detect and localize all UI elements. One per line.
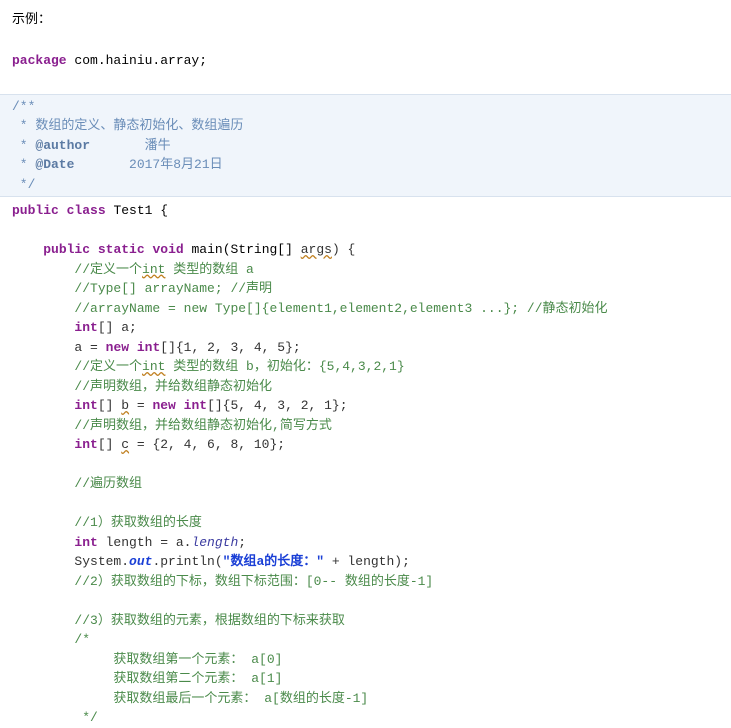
block-comment-line: 获取数组最后一个元素： a[数组的长度-1] <box>0 689 731 709</box>
a-assign-right: []{1, 2, 3, 4, 5}; <box>160 340 300 355</box>
comment-word: int <box>142 262 165 277</box>
b-decl-1: [] <box>98 398 121 413</box>
length-decl: int length = a.length; <box>0 533 731 553</box>
out-field: out <box>129 554 152 569</box>
length-field: length <box>191 535 238 550</box>
println-line: System.out.println("数组a的长度：" + length); <box>0 552 731 572</box>
comment-word: int <box>142 359 165 374</box>
length-decl-2: ; <box>238 535 246 550</box>
example-label: 示例： <box>0 0 731 31</box>
b-decl-2: = <box>129 398 152 413</box>
int-keyword: int <box>74 398 97 413</box>
c-decl-1: [] <box>98 437 121 452</box>
int-keyword: int <box>74 535 97 550</box>
int-keyword: int <box>184 398 207 413</box>
block-comment: */ <box>74 710 97 725</box>
b-decl-3: []{5, 4, 3, 2, 1}; <box>207 398 347 413</box>
comment: //3）获取数组的元素，根据数组的下标来获取 <box>74 613 344 628</box>
doc-close: */ <box>12 177 35 192</box>
comment: //定义一个 <box>74 359 142 374</box>
package-name: com.hainiu.array; <box>67 53 207 68</box>
new-keyword: new <box>152 398 175 413</box>
system: System. <box>74 554 129 569</box>
class-decl: public class Test1 { <box>0 201 731 221</box>
println: .println( <box>152 554 222 569</box>
date-tag: @Date <box>35 157 74 172</box>
block-comment-close: */ <box>0 708 731 728</box>
comment: //定义一个 <box>74 262 142 277</box>
blank-line <box>0 455 731 475</box>
a-decl: [] a; <box>98 320 137 335</box>
int-keyword: int <box>74 320 97 335</box>
code-block: package com.hainiu.array; /** * 数组的定义、静态… <box>0 31 731 728</box>
block-comment: 获取数组最后一个元素： a[数组的长度-1] <box>74 691 368 706</box>
doc-desc: 数组的定义、静态初始化、数组遍历 <box>35 118 243 133</box>
int-keyword: int <box>74 437 97 452</box>
void-keyword: void <box>152 242 183 257</box>
blank-line <box>0 31 731 51</box>
println-2: + length); <box>324 554 410 569</box>
int-keyword: int <box>137 340 160 355</box>
static-keyword: static <box>98 242 145 257</box>
string-literal: "数组a的长度：" <box>223 554 324 569</box>
comment: //声明数组，并给数组静态初始化 <box>74 379 272 394</box>
a-assign-left: a = <box>74 340 105 355</box>
main-close: ) { <box>332 242 355 257</box>
author-value: 潘牛 <box>90 138 171 153</box>
author-tag: @author <box>35 138 90 153</box>
comment: //2）获取数组的下标，数组下标范围：[0-- 数组的长度-1] <box>74 574 433 589</box>
doc-open: /** <box>12 99 35 114</box>
c-decl-2: = {2, 4, 6, 8, 10}; <box>129 437 285 452</box>
public-keyword: public <box>43 242 90 257</box>
comment-line: //2）获取数组的下标，数组下标范围：[0-- 数组的长度-1] <box>0 572 731 592</box>
blank-line <box>0 221 731 241</box>
class-keyword: class <box>67 203 106 218</box>
comment-line: //Type[] arrayName; //声明 <box>0 279 731 299</box>
b-decl: int[] b = new int[]{5, 4, 3, 2, 1}; <box>0 396 731 416</box>
comment: //遍历数组 <box>74 476 142 491</box>
comment: 类型的数组 a <box>165 262 253 277</box>
class-name: Test1 { <box>106 203 168 218</box>
main-decl: public static void main(String[] args) { <box>0 240 731 260</box>
comment-line: //定义一个int 类型的数组 b，初始化：{5,4,3,2,1} <box>0 357 731 377</box>
doc-star: * <box>12 157 35 172</box>
new-keyword: new <box>106 340 129 355</box>
block-comment-open: /* <box>0 630 731 650</box>
block-comment-line: 获取数组第一个元素： a[0] <box>0 650 731 670</box>
comment-line: //1）获取数组的长度 <box>0 513 731 533</box>
comment-line: //定义一个int 类型的数组 a <box>0 260 731 280</box>
doc-star: * <box>12 118 35 133</box>
comment: //arrayName = new Type[]{element1,elemen… <box>74 301 607 316</box>
block-comment: 获取数组第二个元素： a[1] <box>74 671 282 686</box>
int-a-decl: int[] a; <box>0 318 731 338</box>
package-line: package com.hainiu.array; <box>0 51 731 71</box>
b-var: b <box>121 398 129 413</box>
comment: //Type[] arrayName; //声明 <box>74 281 272 296</box>
block-comment: 获取数组第一个元素： a[0] <box>74 652 282 667</box>
blank-line <box>0 70 731 90</box>
package-keyword: package <box>12 53 67 68</box>
blank-line <box>0 494 731 514</box>
blank-line <box>0 591 731 611</box>
comment-line: //声明数组，并给数组静态初始化,简写方式 <box>0 416 731 436</box>
args-param: args <box>301 242 332 257</box>
c-decl: int[] c = {2, 4, 6, 8, 10}; <box>0 435 731 455</box>
date-value: 2017年8月21日 <box>74 157 222 172</box>
block-comment: /* <box>74 632 90 647</box>
comment: //声明数组，并给数组静态初始化,简写方式 <box>74 418 331 433</box>
comment-line: //遍历数组 <box>0 474 731 494</box>
a-assign: a = new int[]{1, 2, 3, 4, 5}; <box>0 338 731 358</box>
public-keyword: public <box>12 203 59 218</box>
block-comment-line: 获取数组第二个元素： a[1] <box>0 669 731 689</box>
main-name: main(String[] <box>184 242 301 257</box>
comment: 类型的数组 b，初始化：{5,4,3,2,1} <box>165 359 404 374</box>
doc-star: * <box>12 138 35 153</box>
c-var: c <box>121 437 129 452</box>
comment-line: //arrayName = new Type[]{element1,elemen… <box>0 299 731 319</box>
comment-line: //3）获取数组的元素，根据数组的下标来获取 <box>0 611 731 631</box>
doc-comment-block: /** * 数组的定义、静态初始化、数组遍历 * @author 潘牛 * @D… <box>0 94 731 198</box>
comment-line: //声明数组，并给数组静态初始化 <box>0 377 731 397</box>
length-decl-1: length = a. <box>98 535 192 550</box>
comment: //1）获取数组的长度 <box>74 515 201 530</box>
